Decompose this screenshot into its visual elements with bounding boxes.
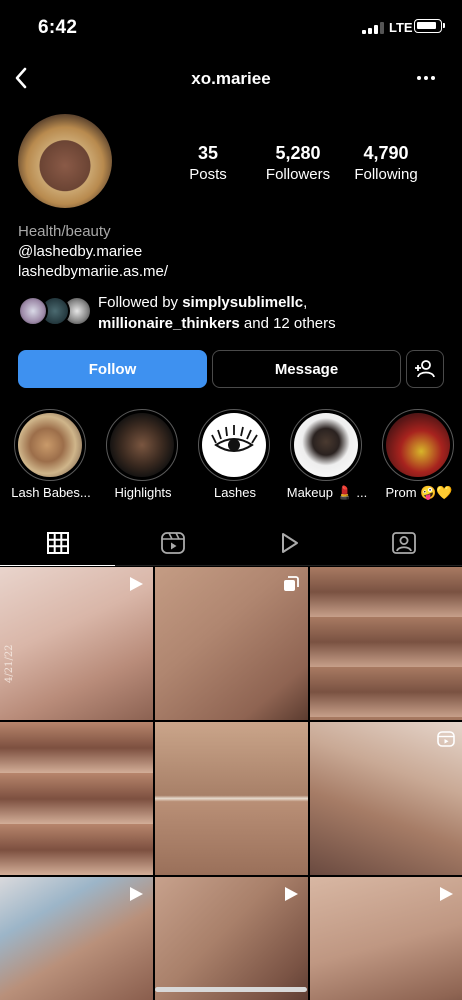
video-play-icon: [130, 887, 143, 901]
story-highlight[interactable]: Lashes: [198, 409, 272, 500]
post-thumbnail[interactable]: [155, 877, 308, 1000]
followed-by-separator: ,: [303, 294, 308, 311]
followed-by-row[interactable]: Followed by simplysublimellc, millionair…: [18, 292, 448, 332]
video-play-icon: [440, 887, 453, 901]
network-type: LTE: [389, 20, 413, 35]
profile-category: Health/beauty: [18, 223, 111, 240]
profile-header-bar: xo.mariee: [0, 54, 462, 102]
post-thumbnail[interactable]: [0, 722, 153, 875]
profile-tabs: [0, 520, 462, 566]
followed-by-suffix: and 12 others: [239, 315, 336, 332]
page-title: xo.mariee: [191, 69, 271, 88]
followed-by-prefix: Followed by: [98, 294, 183, 311]
battery-icon: [414, 19, 445, 33]
followers-stat[interactable]: 5,280 Followers: [256, 143, 340, 183]
followers-count: 5,280: [275, 143, 321, 163]
following-stat[interactable]: 4,790 Following: [348, 143, 424, 183]
tab-videos[interactable]: [231, 520, 346, 566]
post-overlay-text: 4/21/22: [4, 644, 15, 683]
story-highlight[interactable]: Lash Babes...: [11, 409, 91, 500]
highlight-label: Prom 🤪💛: [385, 485, 453, 500]
more-options-icon[interactable]: [410, 66, 442, 90]
following-count: 4,790: [363, 143, 409, 163]
eyelash-logo-icon: [202, 413, 266, 477]
post-thumbnail[interactable]: [155, 567, 308, 720]
bio-website-link[interactable]: lashedbymariie.as.me/: [18, 262, 168, 282]
post-thumbnail[interactable]: 4/21/22: [0, 567, 153, 720]
post-thumbnail[interactable]: [310, 877, 462, 1000]
tab-grid[interactable]: [0, 520, 115, 566]
followers-label: Followers: [265, 166, 331, 183]
add-user-icon: [415, 360, 435, 378]
status-time: 6:42: [38, 17, 78, 38]
home-indicator[interactable]: [155, 987, 307, 992]
bio-handle-link[interactable]: @lashedby.mariee: [18, 242, 168, 262]
message-button[interactable]: Message: [212, 350, 401, 388]
carousel-icon: [284, 576, 299, 591]
status-bar: 6:42 LTE: [0, 0, 462, 54]
grid-icon: [46, 531, 69, 554]
follower-avatar: [18, 296, 48, 326]
post-thumbnail[interactable]: [0, 877, 153, 1000]
mutual-follower-name[interactable]: millionaire_thinkers: [98, 315, 240, 332]
avatar[interactable]: [18, 114, 112, 208]
story-highlight[interactable]: Highlights: [106, 409, 180, 500]
suggested-users-button[interactable]: [406, 350, 444, 388]
reels-icon: [437, 731, 455, 747]
follow-button[interactable]: Follow: [18, 350, 207, 388]
followed-by-text: Followed by simplysublimellc, millionair…: [98, 292, 336, 334]
play-icon: [281, 533, 298, 553]
post-thumbnail[interactable]: [310, 567, 462, 720]
following-label: Following: [354, 166, 418, 183]
cellular-signal-icon: [362, 22, 384, 34]
post-thumbnail[interactable]: [310, 722, 462, 875]
tagged-icon: [391, 532, 416, 554]
posts-count: 35: [197, 143, 219, 163]
post-thumbnail[interactable]: [155, 722, 308, 875]
profile-bio: Health/beauty @lashedby.mariee lashedbym…: [18, 222, 168, 282]
video-play-icon: [130, 577, 143, 591]
video-play-icon: [285, 887, 298, 901]
tab-tagged[interactable]: [346, 520, 461, 566]
posts-label: Posts: [189, 166, 227, 183]
tab-reels[interactable]: [115, 520, 230, 566]
mutual-follower-name[interactable]: simplysublimellc: [182, 294, 303, 311]
story-highlight[interactable]: Makeup 💄 ...: [287, 409, 367, 500]
reels-icon: [160, 532, 185, 554]
posts-stat[interactable]: 35 Posts: [175, 143, 241, 183]
story-highlight[interactable]: Prom 🤪💛: [382, 409, 456, 500]
